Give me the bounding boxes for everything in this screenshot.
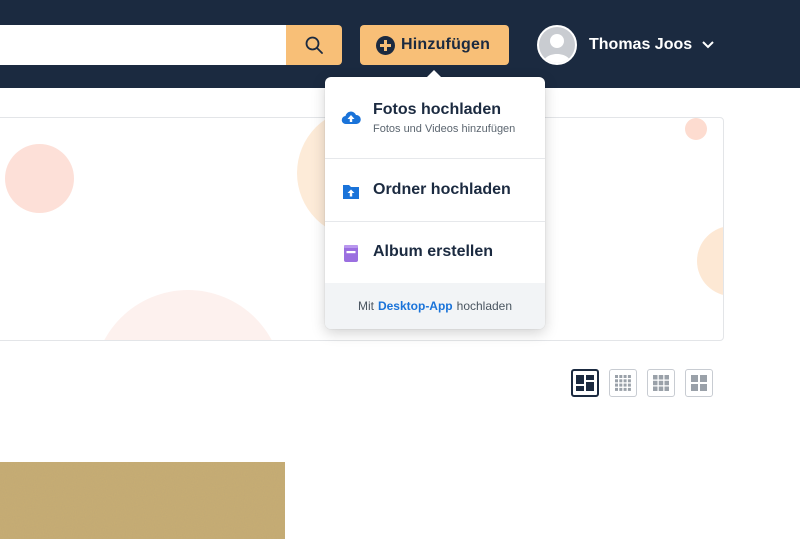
divider bbox=[325, 158, 545, 159]
photo-texture bbox=[0, 462, 285, 539]
layout-large-grid-icon bbox=[691, 375, 707, 391]
layout-small-grid-icon bbox=[615, 375, 631, 391]
chevron-down-icon bbox=[702, 41, 714, 49]
decorative-dot bbox=[697, 226, 723, 296]
plus-circle-icon bbox=[376, 35, 395, 55]
user-menu[interactable]: Thomas Joos bbox=[537, 25, 714, 65]
menu-item-title: Album erstellen bbox=[373, 243, 494, 260]
album-icon bbox=[344, 245, 358, 262]
top-bar: Hinzufügen Thomas Joos bbox=[0, 0, 800, 88]
add-dropdown-menu: Fotos hochladen Fotos und Videos hinzufü… bbox=[325, 70, 545, 329]
view-medium-grid-button[interactable] bbox=[647, 369, 675, 397]
menu-item-create-album[interactable]: Album erstellen bbox=[325, 243, 545, 263]
add-button-label: Hinzufügen bbox=[401, 36, 491, 53]
search-button[interactable] bbox=[286, 25, 342, 65]
layout-medium-grid-icon bbox=[653, 375, 669, 391]
menu-item-upload-folder[interactable]: Ordner hochladen bbox=[325, 181, 545, 202]
menu-item-title: Fotos hochladen bbox=[373, 101, 501, 118]
photo-thumbnail[interactable] bbox=[0, 462, 285, 539]
footer-suffix: hochladen bbox=[456, 299, 513, 313]
menu-item-title: Ordner hochladen bbox=[373, 181, 511, 198]
add-button[interactable]: Hinzufügen bbox=[360, 25, 509, 65]
decorative-dot bbox=[685, 118, 707, 140]
menu-item-upload-photos[interactable]: Fotos hochladen Fotos und Videos hinzufü… bbox=[325, 101, 545, 135]
view-small-grid-button[interactable] bbox=[609, 369, 637, 397]
divider bbox=[325, 221, 545, 222]
cloud-upload-icon bbox=[341, 111, 361, 125]
folder-upload-icon bbox=[343, 185, 359, 199]
decorative-dot bbox=[5, 144, 74, 213]
layout-mosaic-icon bbox=[576, 375, 594, 391]
view-large-grid-button[interactable] bbox=[685, 369, 713, 397]
view-mosaic-button[interactable] bbox=[571, 369, 599, 397]
search-icon bbox=[305, 36, 323, 54]
desktop-app-link[interactable]: Desktop-App bbox=[378, 299, 453, 313]
footer-prefix: Mit bbox=[357, 299, 374, 313]
user-name: Thomas Joos bbox=[589, 36, 693, 53]
dropdown-footer: Mit Desktop-App hochladen bbox=[325, 283, 545, 329]
menu-item-subtitle: Fotos und Videos hinzufügen bbox=[373, 123, 516, 135]
avatar-icon bbox=[537, 25, 577, 65]
search-input[interactable] bbox=[0, 25, 288, 65]
dropdown-caret bbox=[426, 70, 442, 78]
decorative-dot bbox=[93, 290, 283, 340]
